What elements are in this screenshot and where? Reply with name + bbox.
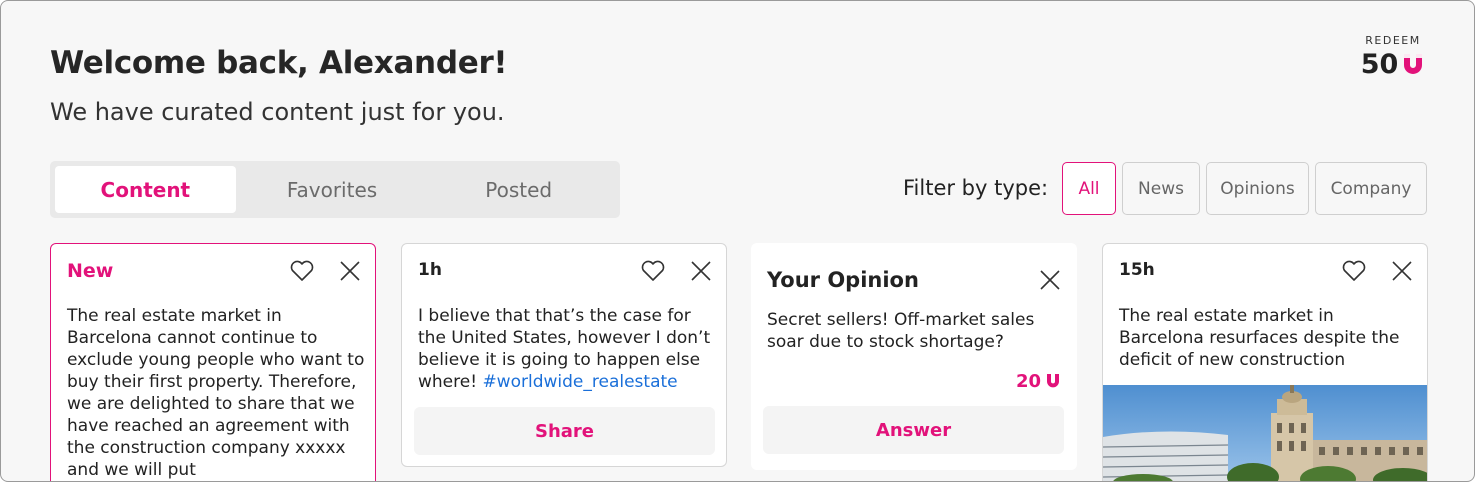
card-timestamp: 1h [418, 260, 442, 280]
building-photo [1103, 385, 1427, 481]
u-coin-icon [1401, 51, 1425, 79]
card-badge-new: New [67, 260, 114, 282]
filter-news-button[interactable]: News [1122, 162, 1200, 215]
filter-opinions-button[interactable]: Opinions [1206, 162, 1309, 215]
close-icon[interactable] [690, 260, 712, 286]
heart-icon[interactable] [640, 259, 666, 287]
answer-button[interactable]: Answer [763, 406, 1064, 454]
card-timestamp: 15h [1119, 260, 1155, 280]
content-card-15h[interactable]: 15h The real estate market in Barcelona … [1102, 243, 1428, 481]
card-heading-opinion: Your Opinion [767, 268, 919, 292]
hashtag-link[interactable]: #worldwide_realestate [482, 372, 677, 392]
redeem-widget[interactable]: REDEEM 50 [1353, 34, 1433, 80]
tab-content[interactable]: Content [55, 166, 236, 213]
page-title: Welcome back, Alexander! [50, 45, 508, 81]
filter-company-button[interactable]: Company [1315, 162, 1427, 215]
main-panel: Welcome back, Alexander! We have curated… [0, 0, 1475, 482]
content-card-1h[interactable]: 1h I believe that that’s the case for th… [401, 243, 727, 467]
page-subtitle: We have curated content just for you. [50, 98, 505, 126]
heart-icon[interactable] [289, 259, 315, 287]
filter-all-button[interactable]: All [1062, 162, 1116, 215]
card-text: The real estate market in Barcelona resu… [1119, 306, 1400, 370]
content-tabs: Content Favorites Posted [50, 161, 620, 218]
heart-icon[interactable] [1341, 259, 1367, 287]
u-coin-icon [1045, 372, 1061, 392]
close-icon[interactable] [1039, 269, 1061, 295]
close-icon[interactable] [339, 260, 361, 286]
card-text: I believe that that’s the case for the U… [418, 305, 718, 393]
opinion-card[interactable]: Your Opinion Secret sellers! Off-market … [751, 243, 1077, 470]
reward-points: 20 [1015, 371, 1041, 392]
content-card-new[interactable]: New The real estate market in Barcelona … [50, 243, 376, 481]
close-icon[interactable] [1391, 260, 1413, 286]
tab-favorites[interactable]: Favorites [242, 166, 423, 213]
card-text: The real estate market in Barcelona cann… [67, 306, 365, 480]
tab-posted[interactable]: Posted [428, 166, 609, 213]
redeem-points: 50 [1360, 49, 1399, 80]
redeem-label: REDEEM [1365, 34, 1421, 47]
filter-label: Filter by type: [903, 176, 1049, 200]
opinion-question: Secret sellers! Off-market sales soar du… [767, 310, 1035, 352]
reward-badge: 20 [1016, 371, 1061, 392]
share-button[interactable]: Share [414, 407, 715, 455]
